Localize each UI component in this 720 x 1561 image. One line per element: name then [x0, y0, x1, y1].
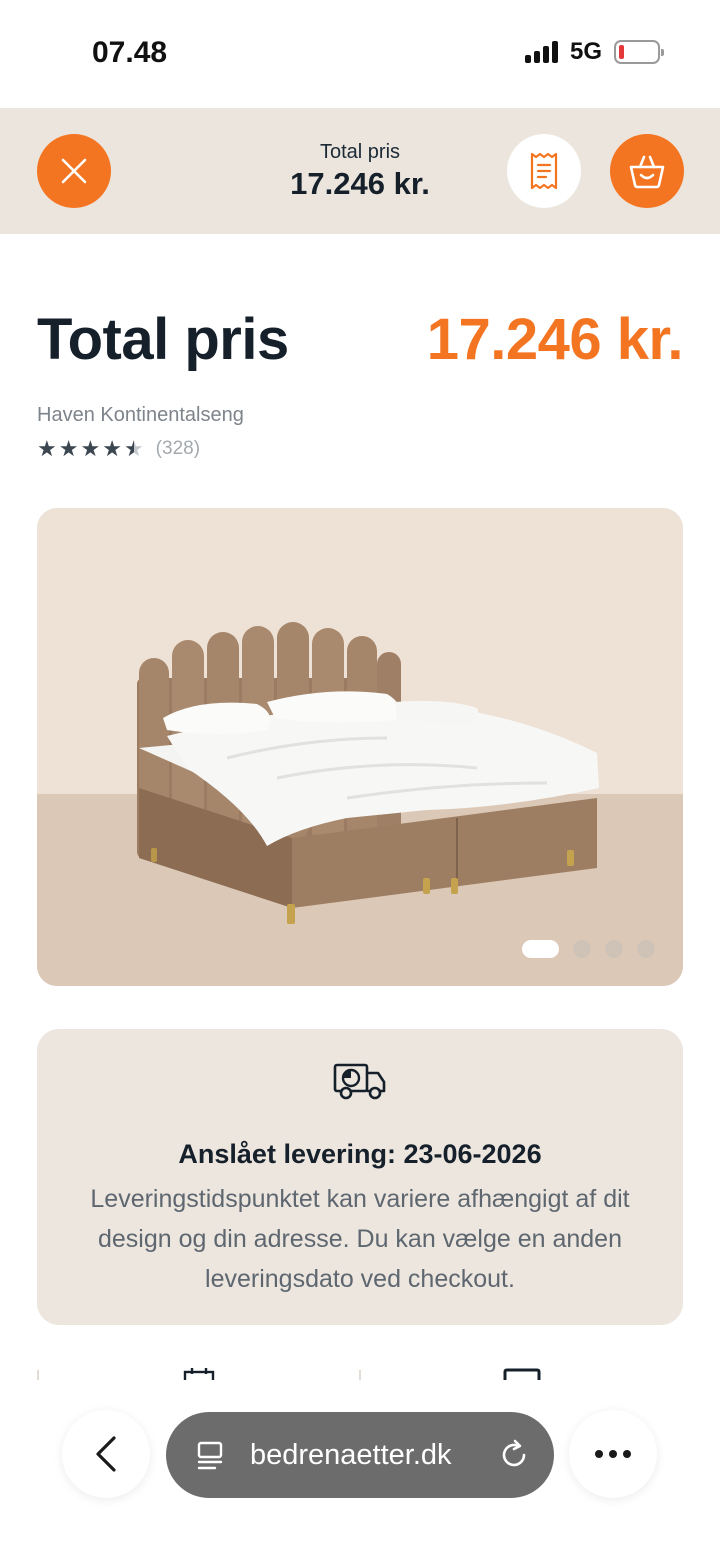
close-icon — [61, 158, 87, 184]
reload-icon[interactable] — [498, 1439, 530, 1471]
more-icon — [595, 1450, 631, 1458]
basket-icon — [629, 155, 665, 189]
status-bar: 07.48 5G — [0, 0, 720, 108]
gallery-dot[interactable] — [605, 940, 623, 958]
bed-image — [137, 622, 599, 924]
receipt-icon — [530, 152, 558, 190]
delivery-estimate-title: Anslået levering: 23-06-2026 — [178, 1139, 542, 1169]
divider — [37, 1370, 39, 1380]
summary-price: 17.246 kr. — [290, 166, 430, 201]
delivery-estimate-text: Leveringstidspunktet kan variere afhængi… — [90, 1185, 630, 1293]
star-icon: ★ — [80, 436, 101, 461]
delivery-estimate-card: Anslået levering: 23-06-2026 Leveringsti… — [37, 1029, 683, 1325]
status-time: 07.48 — [92, 36, 168, 69]
gallery-dot[interactable] — [573, 940, 591, 958]
gallery-dot-active[interactable] — [522, 940, 559, 958]
product-content: Total pris 17.246 kr. Haven Kontinentals… — [0, 258, 720, 1561]
back-button[interactable] — [62, 1410, 150, 1498]
star-icon: ★ — [37, 436, 57, 461]
status-indicators: 5G — [524, 38, 664, 66]
address-bar[interactable]: bedrenaetter.dk — [166, 1412, 554, 1498]
battery-icon — [614, 40, 664, 64]
review-count: (328) — [155, 438, 201, 459]
half-star-icon: ★ — [123, 436, 144, 461]
feature-row-partial — [37, 1366, 683, 1380]
calendar-icon — [183, 1368, 215, 1380]
browser-toolbar: bedrenaetter.dk — [0, 1380, 720, 1561]
basket-button[interactable] — [610, 134, 684, 208]
star-icon: ★ — [58, 436, 79, 461]
more-button[interactable] — [569, 1410, 657, 1498]
gallery-dot[interactable] — [637, 940, 655, 958]
total-price: 17.246 kr. — [426, 307, 684, 372]
star-icon: ★ — [102, 436, 122, 461]
receipt-button[interactable] — [507, 134, 581, 208]
back-arrow-icon — [96, 1436, 116, 1472]
gallery-pagination — [522, 940, 655, 958]
tabs-icon — [197, 1441, 223, 1470]
product-rating[interactable]: ★ ★ ★ ★ ★ (328) — [37, 438, 200, 460]
summary-label: Total pris — [319, 141, 401, 163]
divider — [359, 1370, 361, 1380]
close-button[interactable] — [37, 134, 111, 208]
page-title: Total pris — [37, 307, 289, 372]
url-text[interactable]: bedrenaetter.dk — [250, 1439, 452, 1472]
mattress-icon — [503, 1368, 541, 1380]
product-gallery[interactable] — [37, 508, 683, 986]
price-summary-bar: Total pris 17.246 kr. — [0, 108, 720, 234]
product-name[interactable]: Haven Kontinentalseng — [37, 404, 244, 427]
summary-total: Total pris 17.246 kr. — [210, 141, 510, 202]
delivery-truck-icon — [333, 1063, 386, 1100]
network-label: 5G — [569, 38, 602, 65]
signal-icon — [524, 41, 558, 63]
